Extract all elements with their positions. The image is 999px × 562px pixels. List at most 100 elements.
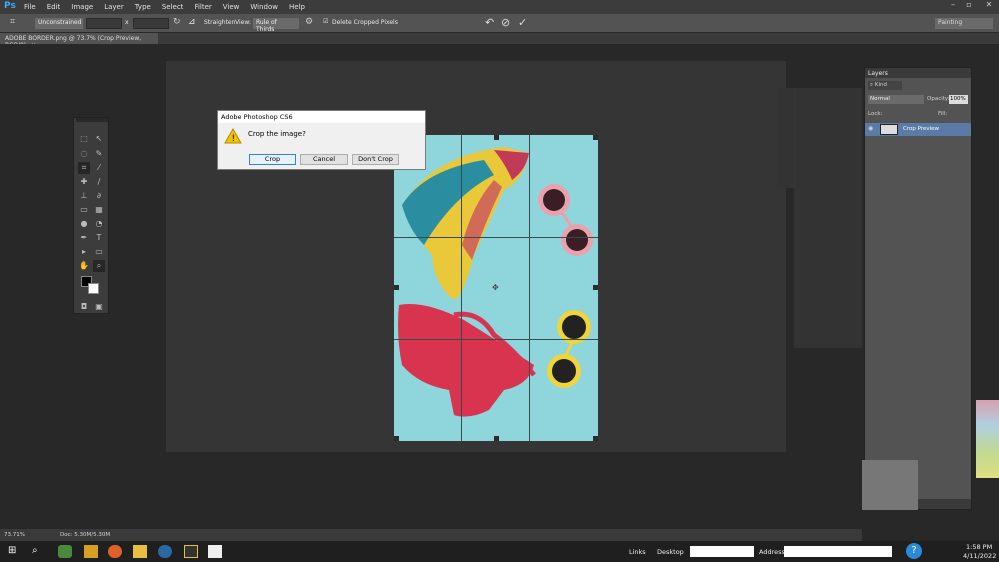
menu-filter[interactable]: Filter (194, 3, 211, 11)
dont-crop-button[interactable]: Don't Crop (352, 154, 399, 165)
opacity-field[interactable]: 100% (949, 95, 968, 104)
gradient-tool-icon[interactable]: ▦ (93, 204, 105, 216)
menu-help[interactable]: Help (289, 3, 305, 11)
layer-row[interactable]: ◉ Crop Preview (865, 123, 971, 136)
layer-thumbnail (880, 124, 898, 135)
delete-cropped-checkbox[interactable]: ☑ (323, 18, 328, 25)
document-tab[interactable]: ADOBE BORDER.png @ 73.7% (Crop Preview, … (0, 33, 158, 49)
thirds-gridline-h1 (394, 237, 598, 238)
undo-icon[interactable]: ↶ (485, 16, 494, 29)
eye-icon[interactable]: ◉ (868, 125, 873, 132)
maximize-icon[interactable]: ▫ (962, 0, 976, 10)
commit-crop-icon[interactable]: ✓ (518, 16, 527, 29)
menu-type[interactable]: Type (135, 3, 151, 11)
move-tool-icon[interactable]: ↖ (93, 133, 105, 145)
opacity-label: Opacity: (927, 96, 950, 102)
swatches-panel[interactable] (976, 400, 999, 478)
options-bar: ⌗ Unconstrained x ↻ ⊿ Straighten View: R… (0, 14, 999, 33)
app-icon-5[interactable] (208, 545, 222, 558)
ratio-dropdown[interactable]: Unconstrained (35, 18, 83, 29)
links-toolbar[interactable]: Links (629, 548, 646, 556)
menu-layer[interactable]: Layer (104, 3, 124, 11)
windows-start-icon[interactable]: ⊞ (8, 545, 22, 558)
crop-handle-bl[interactable] (394, 436, 399, 441)
app-icon-4[interactable] (184, 545, 198, 558)
crop-handle-bottom[interactable] (494, 436, 499, 441)
crop-handle-top[interactable] (494, 135, 499, 140)
taskbar-search-field[interactable] (690, 546, 754, 557)
crop-button[interactable]: Crop (249, 154, 296, 165)
shape-tool-icon[interactable]: ▭ (93, 246, 105, 258)
pen-tool-icon[interactable]: ✒ (78, 232, 90, 244)
eraser-tool-icon[interactable]: ▭ (78, 204, 90, 216)
menu-edit[interactable]: Edit (47, 3, 61, 11)
dialog-message: Crop the image? (248, 130, 306, 138)
layers-tab[interactable]: Layers (868, 70, 888, 77)
swap-icon[interactable]: x (125, 19, 129, 26)
eyedropper-icon[interactable]: ⁄ (93, 162, 105, 174)
blur-tool-icon[interactable]: ● (78, 218, 90, 230)
screen-mode-icon[interactable]: ▣ (93, 301, 105, 313)
blend-mode-dropdown[interactable]: Normal (868, 95, 924, 104)
menu-file[interactable]: File (24, 3, 36, 11)
toolbox: ⬚ ↖ ◌ ✎ ⌗ ⁄ ✚ ∕ ⊥ ∂ ▭ ▦ ● ◔ ✒ T ▸ ▭ ✋ ⌕ … (73, 117, 109, 314)
path-select-icon[interactable]: ▸ (78, 246, 90, 258)
clone-stamp-icon[interactable]: ⊥ (78, 190, 90, 202)
menu-window[interactable]: Window (250, 3, 278, 11)
app-icon-3[interactable] (158, 545, 172, 558)
search-icon[interactable]: ⌕ (32, 545, 46, 558)
background-color-swatch[interactable] (88, 283, 99, 294)
menu-select[interactable]: Select (162, 3, 184, 11)
view-dropdown[interactable]: Rule of Thirds (253, 18, 299, 33)
width-field[interactable] (86, 18, 122, 29)
quick-select-icon[interactable]: ✎ (93, 148, 105, 160)
cancel-button[interactable]: Cancel (300, 154, 348, 165)
app-icon-2[interactable] (84, 545, 98, 558)
status-bar: 73.71% Doc: 5.30M/5.30M (0, 529, 862, 541)
zoom-level[interactable]: 73.71% (4, 532, 25, 538)
menu-image[interactable]: Image (71, 3, 93, 11)
history-brush-icon[interactable]: ∂ (93, 190, 105, 202)
gear-icon[interactable]: ⚙ (305, 17, 313, 27)
delete-cropped-label: Delete Cropped Pixels (332, 19, 398, 26)
help-icon[interactable]: ? (906, 543, 922, 559)
crop-tool-icon[interactable]: ⌗ (78, 162, 90, 174)
brush-tool-icon[interactable]: ∕ (93, 176, 105, 188)
clock-time: 1:58 PM (966, 543, 993, 551)
windows-taskbar: ⊞ ⌕ Links Desktop Address ? 1:58 PM 4/11… (0, 541, 999, 562)
toolbox-grip[interactable] (76, 118, 108, 122)
minimize-icon[interactable]: – (946, 0, 960, 10)
layer-name[interactable]: Crop Preview (903, 126, 939, 132)
app-icon-1[interactable] (58, 545, 72, 558)
lasso-tool-icon[interactable]: ◌ (78, 148, 90, 160)
crop-handle-br[interactable] (593, 436, 598, 441)
type-tool-icon[interactable]: T (93, 232, 105, 244)
workspace-dropdown[interactable]: Painting (935, 18, 993, 29)
collapsed-panel-dock (777, 88, 795, 188)
marquee-tool-icon[interactable]: ⬚ (78, 133, 90, 145)
firefox-icon[interactable] (108, 545, 122, 558)
close-icon[interactable]: ✕ (979, 0, 999, 10)
hand-tool-icon[interactable]: ✋ (78, 260, 90, 272)
file-explorer-icon[interactable] (133, 545, 147, 558)
desktop-toolbar[interactable]: Desktop (657, 548, 684, 556)
mini-preview (862, 460, 918, 510)
straighten-icon[interactable]: ⊿ (188, 17, 196, 27)
dialog-title: Adobe Photoshop CS6 (218, 111, 425, 123)
quick-mask-icon[interactable]: ◘ (78, 301, 90, 313)
document-image[interactable]: ✥ (394, 135, 598, 441)
dodge-tool-icon[interactable]: ◔ (93, 218, 105, 230)
address-field[interactable] (784, 546, 892, 557)
crop-handle-left[interactable] (394, 285, 399, 290)
menu-view[interactable]: View (223, 3, 240, 11)
reset-icon[interactable]: ↻ (173, 17, 181, 27)
straighten-label[interactable]: Straighten (204, 19, 235, 26)
kind-filter[interactable]: ⌕ Kind (868, 81, 902, 90)
zoom-tool-icon[interactable]: ⌕ (93, 260, 105, 272)
cancel-crop-icon[interactable]: ⊘ (501, 16, 510, 29)
crop-handle-right[interactable] (593, 285, 598, 290)
healing-brush-icon[interactable]: ✚ (78, 176, 90, 188)
height-field[interactable] (133, 18, 169, 29)
crop-handle-tr[interactable] (593, 135, 598, 140)
crop-tool-icon[interactable]: ⌗ (10, 17, 15, 27)
